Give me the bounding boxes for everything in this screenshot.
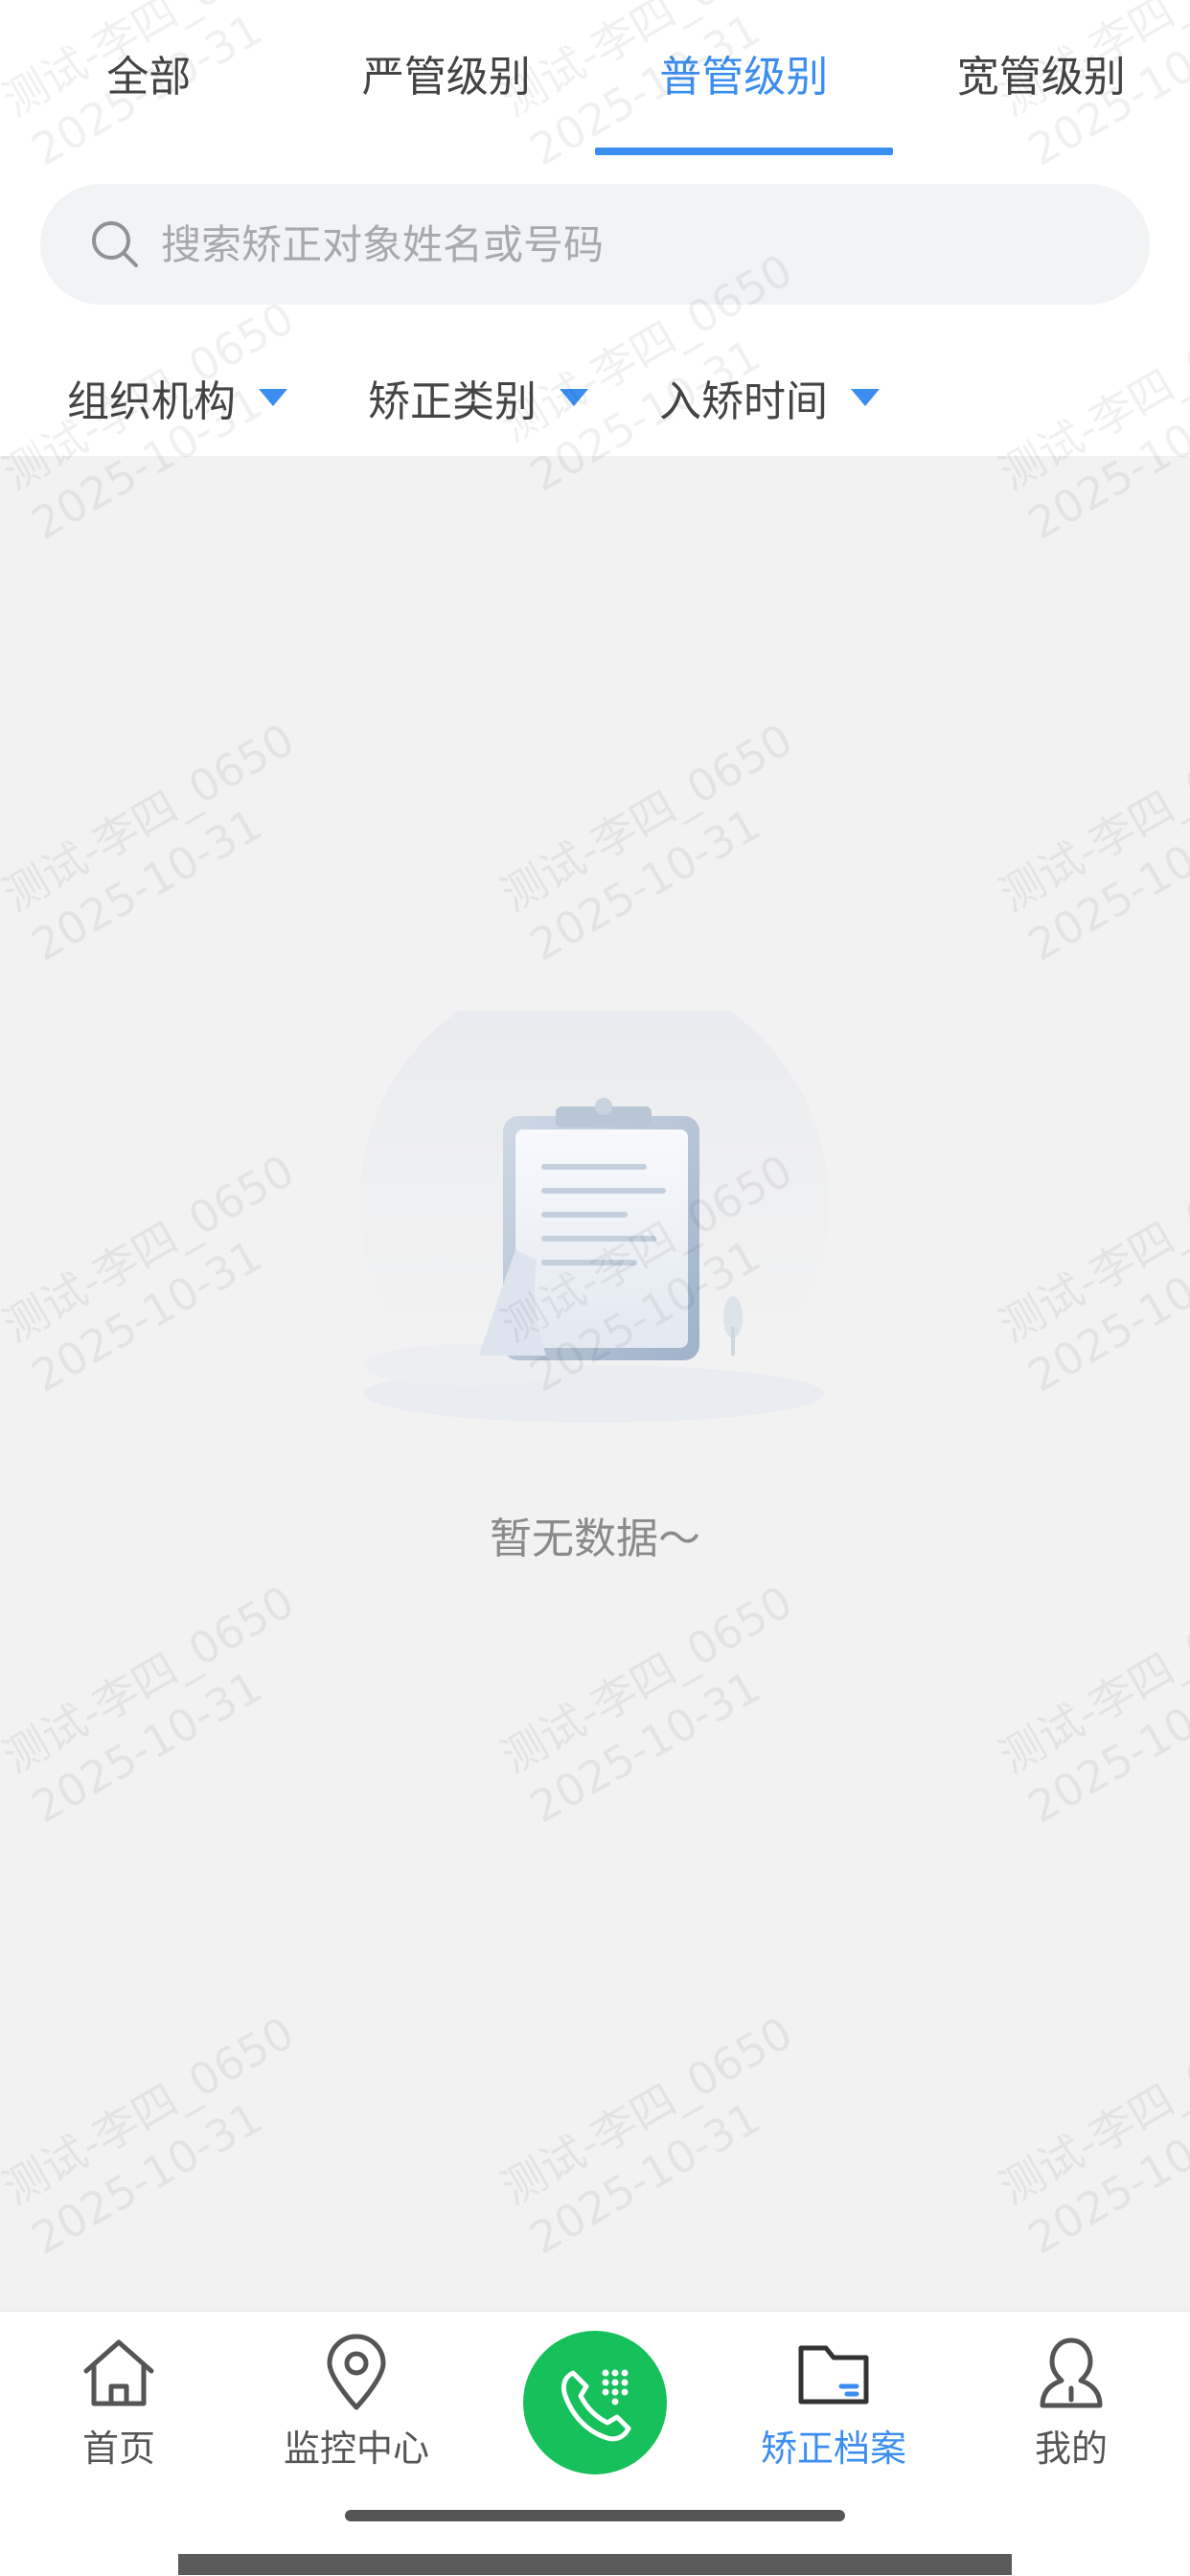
nav-monitoring-label: 监控中心: [284, 2419, 429, 2472]
tab-all[interactable]: 全部: [0, 0, 298, 163]
filter-category[interactable]: 矫正类别: [368, 354, 590, 441]
folder-icon: [793, 2333, 874, 2413]
watermark: 测试-李四_0650 2025-10-31: [0, 712, 333, 974]
filter-organization[interactable]: 组织机构: [67, 354, 289, 441]
location-pin-icon: [316, 2333, 397, 2413]
bottom-strip: [178, 2554, 1012, 2575]
search-icon: [88, 217, 142, 271]
tab-all-label: 全部: [106, 42, 191, 103]
watermark: 测试-李四_0650 2025-10-31: [492, 1574, 832, 1836]
dropdown-triangle-icon: [257, 387, 289, 408]
user-icon: [1031, 2333, 1111, 2413]
filter-entry-time-label: 入矫时间: [659, 367, 828, 428]
watermark: 测试-李四_0650 2025-10-31: [0, 1574, 333, 1836]
empty-state-text: 暂无数据～: [0, 1504, 1190, 1565]
tab-strict-label: 严管级别: [362, 42, 531, 103]
nav-mine[interactable]: 我的: [975, 2333, 1167, 2472]
top-panel: 全部 严管级别 普管级别 宽管级别 组织机构 矫正类别 入矫时间: [0, 0, 1190, 456]
nav-correction-files-label: 矫正档案: [761, 2419, 906, 2472]
filter-category-label: 矫正类别: [368, 367, 537, 428]
nav-home-label: 首页: [82, 2419, 155, 2472]
tab-normal-label: 普管级别: [659, 42, 828, 103]
nav-correction-files[interactable]: 矫正档案: [738, 2333, 929, 2472]
dropdown-triangle-icon: [849, 387, 881, 408]
watermark: 测试-李四_0650 2025-10-31: [0, 1143, 333, 1405]
nav-home[interactable]: 首页: [23, 2333, 215, 2472]
bottom-navigation: 首页 监控中心 矫正档案 我的: [0, 2311, 1190, 2576]
filter-entry-time[interactable]: 入矫时间: [659, 354, 881, 441]
tab-lenient[interactable]: 宽管级别: [893, 0, 1190, 163]
watermark: 测试-李四_0650 2025-10-31: [492, 2005, 832, 2268]
watermark: 测试-李四_0650 2025-10-31: [990, 712, 1190, 974]
search-input[interactable]: [159, 220, 1025, 269]
tab-lenient-label: 宽管级别: [957, 42, 1126, 103]
watermark: 测试-李四_0650 2025-10-31: [990, 2005, 1190, 2268]
tab-strict[interactable]: 严管级别: [298, 0, 596, 163]
filter-bar: 组织机构 矫正类别 入矫时间: [0, 354, 1190, 441]
watermark: 测试-李四_0650 2025-10-31: [0, 2005, 333, 2268]
home-indicator[interactable]: [345, 2510, 845, 2521]
watermark: 测试-李四_0650 2025-10-31: [990, 1143, 1190, 1405]
empty-clipboard-illustration: [355, 1011, 834, 1423]
dropdown-triangle-icon: [558, 387, 590, 408]
phone-dialpad-icon: [552, 2359, 638, 2446]
tab-normal[interactable]: 普管级别: [595, 0, 893, 163]
search-bar[interactable]: [40, 184, 1150, 305]
nav-monitoring-center[interactable]: 监控中心: [261, 2333, 452, 2472]
home-icon: [79, 2333, 159, 2413]
call-button[interactable]: [523, 2331, 667, 2474]
watermark: 测试-李四_0650 2025-10-31: [492, 712, 832, 974]
watermark: 测试-李四_0650 2025-10-31: [990, 1574, 1190, 1836]
level-tabs: 全部 严管级别 普管级别 宽管级别: [0, 0, 1190, 163]
filter-organization-label: 组织机构: [67, 367, 236, 428]
active-tab-underline: [595, 148, 893, 155]
nav-mine-label: 我的: [1035, 2419, 1108, 2472]
